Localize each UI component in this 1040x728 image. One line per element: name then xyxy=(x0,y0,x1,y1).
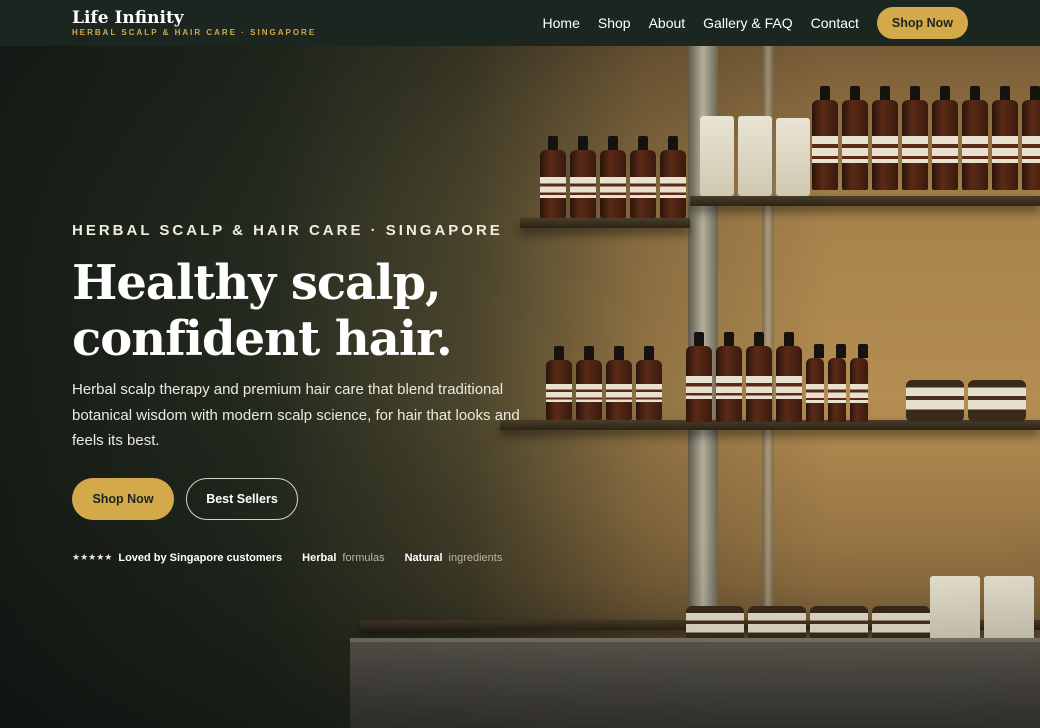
header-shop-now-button[interactable]: Shop Now xyxy=(876,7,968,39)
nav-gallery-faq[interactable]: Gallery & FAQ xyxy=(703,15,792,31)
nav-home[interactable]: Home xyxy=(543,15,580,31)
trust-natural-bold: Natural xyxy=(404,551,443,564)
hero-section: HERBAL SCALP & HAIR CARE · SINGAPORE Hea… xyxy=(72,222,652,564)
trust-herbal-light: formulas xyxy=(342,551,385,564)
trust-badges: ★★★★★ Loved by Singapore customers Herba… xyxy=(72,552,652,564)
hero-cta-group: Shop Now Best Sellers xyxy=(72,477,652,520)
hero-subtext: Herbal scalp therapy and premium hair ca… xyxy=(72,381,520,449)
brand-tagline: HERBAL SCALP & HAIR CARE · SINGAPORE xyxy=(72,27,317,37)
nav-contact[interactable]: Contact xyxy=(811,15,859,31)
hero-eyebrow: HERBAL SCALP & HAIR CARE · SINGAPORE xyxy=(72,222,503,239)
hero-best-sellers-button[interactable]: Best Sellers xyxy=(186,477,298,520)
trust-herbal: Herbal formulas xyxy=(302,552,384,564)
trust-herbal-bold: Herbal xyxy=(302,551,337,564)
trust-rating: ★★★★★ Loved by Singapore customers xyxy=(72,552,282,564)
trust-rating-label: Loved by Singapore customers xyxy=(118,551,283,564)
hero-headline: Healthy scalp, confident hair. xyxy=(72,255,453,367)
site-header: Life Infinity HERBAL SCALP & HAIR CARE ·… xyxy=(0,0,1040,46)
star-rating-icon: ★★★★★ xyxy=(72,552,113,562)
brand-logo[interactable]: Life Infinity HERBAL SCALP & HAIR CARE ·… xyxy=(72,7,317,37)
trust-natural-light: ingredients xyxy=(448,551,503,564)
trust-natural: Natural ingredients xyxy=(405,552,503,564)
hero-shop-now-button[interactable]: Shop Now xyxy=(72,477,174,520)
main-nav: Home Shop About Gallery & FAQ Contact Sh… xyxy=(543,7,968,39)
nav-about[interactable]: About xyxy=(649,15,686,31)
brand-name: Life Infinity xyxy=(72,7,184,28)
nav-shop[interactable]: Shop xyxy=(598,15,631,31)
